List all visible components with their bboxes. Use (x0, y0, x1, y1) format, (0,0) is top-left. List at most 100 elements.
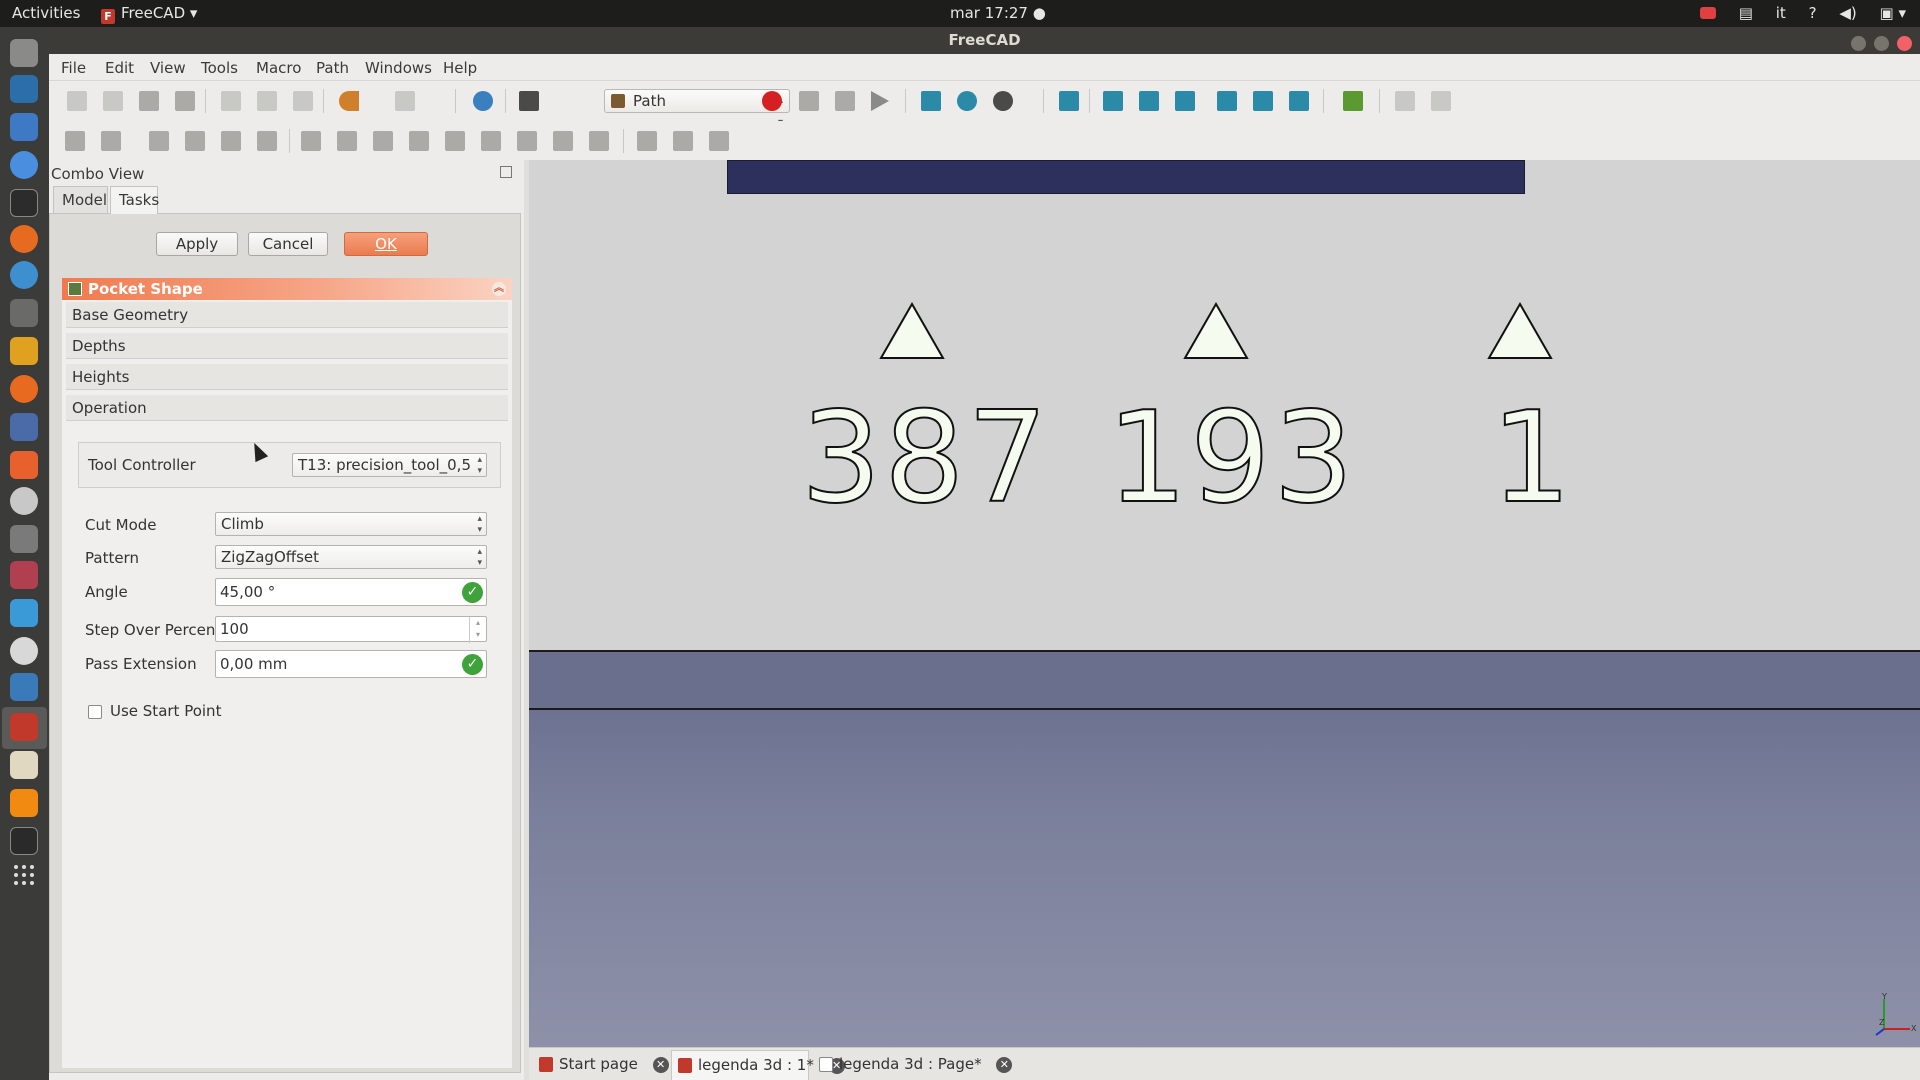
menu-tools[interactable]: Tools (201, 59, 238, 77)
eye-of-gnome-icon[interactable] (10, 637, 38, 665)
window-title-bar[interactable]: FreeCAD (49, 27, 1920, 54)
left-view-icon[interactable] (1289, 91, 1309, 111)
menu-view[interactable]: View (150, 59, 186, 77)
top-view-icon[interactable] (1139, 91, 1159, 111)
use-start-point-checkbox[interactable] (88, 705, 102, 719)
base-plate-shape[interactable] (529, 650, 1920, 1047)
print-icon[interactable] (175, 91, 195, 111)
angle-input[interactable]: 45,00 ° ✓ (215, 578, 487, 606)
isometric-view-icon[interactable] (1059, 91, 1079, 111)
macro-run-icon[interactable] (871, 91, 889, 111)
fit-selection-icon[interactable] (957, 91, 977, 111)
draw-style-icon[interactable] (993, 91, 1013, 111)
rear-view-icon[interactable] (1217, 91, 1237, 111)
pocket-shape-header[interactable]: Pocket Shape ︽ (62, 278, 512, 300)
tool-controller-icon[interactable] (149, 131, 169, 151)
adaptive-icon[interactable] (517, 131, 537, 151)
measure-distance-icon[interactable] (1343, 91, 1363, 111)
close-tab-icon[interactable]: ✕ (652, 1057, 669, 1073)
minimize-button[interactable] (1850, 36, 1866, 51)
create-group-icon[interactable] (1431, 91, 1451, 111)
face-icon[interactable] (337, 131, 357, 151)
pocket-icon[interactable] (373, 131, 393, 151)
step-over-input[interactable]: 100 ▴ ▾ (215, 616, 487, 643)
kicad-icon[interactable] (10, 337, 38, 365)
macro-edit-icon[interactable] (835, 91, 855, 111)
undock-icon[interactable] (500, 166, 512, 178)
freecad-dock-icon[interactable] (10, 713, 38, 741)
volume-icon[interactable]: ◀) (1839, 4, 1856, 23)
pattern-select[interactable]: ZigZagOffset ▴ ▾ (215, 545, 487, 569)
vlc-icon[interactable] (10, 789, 38, 817)
number-shape-1[interactable]: 1 (1490, 392, 1574, 524)
menu-edit[interactable]: Edit (105, 59, 134, 77)
blender-icon[interactable] (10, 375, 38, 403)
helix-icon[interactable] (481, 131, 501, 151)
pocket-shape-icon[interactable] (409, 131, 429, 151)
macro-record-icon[interactable] (762, 91, 782, 111)
section-depths[interactable]: Depths (66, 333, 508, 359)
doc-tab-start-page[interactable]: Start page ✕ (533, 1050, 669, 1080)
screen-record-icon[interactable] (1700, 7, 1716, 19)
power-menu-icon[interactable]: ▣ ▾ (1880, 4, 1906, 23)
array-icon[interactable] (673, 131, 693, 151)
menu-help[interactable]: Help (443, 59, 477, 77)
inspect-icon[interactable] (257, 131, 277, 151)
close-button[interactable] (1897, 36, 1912, 51)
document-scanner-icon[interactable] (10, 413, 38, 441)
disks-icon[interactable] (10, 561, 38, 589)
inkscape-icon[interactable] (10, 261, 38, 289)
top-dark-bar-shape[interactable] (727, 160, 1525, 194)
tool-controller-select[interactable]: T13: precision_tool_0,5 ▴ ▾ (292, 453, 487, 477)
number-shape-387[interactable]: 387 (800, 392, 1051, 524)
refresh-icon[interactable] (473, 91, 493, 111)
3d-viewport[interactable]: 387 193 1 Y X Z (529, 160, 1920, 1047)
text-editor-icon[interactable] (10, 751, 38, 779)
close-tab-icon[interactable]: ✕ (996, 1057, 1013, 1073)
cancel-button[interactable]: Cancel (248, 232, 328, 256)
ok-button[interactable]: OK (344, 232, 428, 256)
job-icon[interactable] (65, 131, 85, 151)
copy-icon[interactable] (257, 91, 277, 111)
files-drive-icon[interactable] (10, 39, 38, 67)
transfer-icon[interactable] (10, 599, 38, 627)
cut-icon[interactable] (221, 91, 241, 111)
post-process-icon[interactable] (101, 131, 121, 151)
clock[interactable]: mar 17:27 ● (950, 4, 1046, 23)
paste-icon[interactable] (293, 91, 313, 111)
terminal-icon[interactable] (10, 189, 38, 217)
section-heights[interactable]: Heights (66, 364, 508, 390)
camera-icon[interactable] (10, 525, 38, 553)
dressup-icon[interactable] (637, 131, 657, 151)
undo-icon[interactable] (339, 91, 359, 111)
writer-icon[interactable] (10, 113, 38, 141)
help-icon[interactable]: ? (1809, 4, 1817, 23)
save-icon[interactable] (139, 91, 159, 111)
front-view-icon[interactable] (1103, 91, 1123, 111)
firefox-icon[interactable] (10, 225, 38, 253)
software-center-icon[interactable] (10, 451, 38, 479)
triangle-marker-3[interactable] (1487, 302, 1553, 360)
new-file-icon[interactable] (67, 91, 87, 111)
simple-copy-icon[interactable] (709, 131, 729, 151)
spin-arrows-icon[interactable]: ▴ ▾ (469, 617, 486, 643)
menu-file[interactable]: File (61, 59, 86, 77)
open-file-icon[interactable] (103, 91, 123, 111)
chromium-icon[interactable] (10, 151, 38, 179)
menu-windows[interactable]: Windows (365, 59, 432, 77)
redo-icon[interactable] (395, 91, 415, 111)
whats-this-icon[interactable] (519, 91, 539, 111)
settings-icon[interactable] (10, 487, 38, 515)
triangle-marker-1[interactable] (879, 302, 945, 360)
show-applications-icon[interactable] (14, 865, 34, 885)
video-editor-icon[interactable] (10, 827, 38, 855)
tool-bit-icon[interactable] (185, 131, 205, 151)
cut-mode-select[interactable]: Climb ▴ ▾ (215, 512, 487, 536)
deburr-icon[interactable] (589, 131, 609, 151)
menu-path[interactable]: Path (316, 59, 349, 77)
doc-tab-legenda-page[interactable]: legenda 3d : Page* ✕ (813, 1050, 1013, 1080)
tab-model[interactable]: Model (53, 186, 108, 214)
clipboard-icon[interactable]: ▤ (1739, 4, 1753, 23)
menu-macro[interactable]: Macro (256, 59, 301, 77)
app-menu[interactable]: F FreeCAD ▾ (101, 4, 197, 24)
